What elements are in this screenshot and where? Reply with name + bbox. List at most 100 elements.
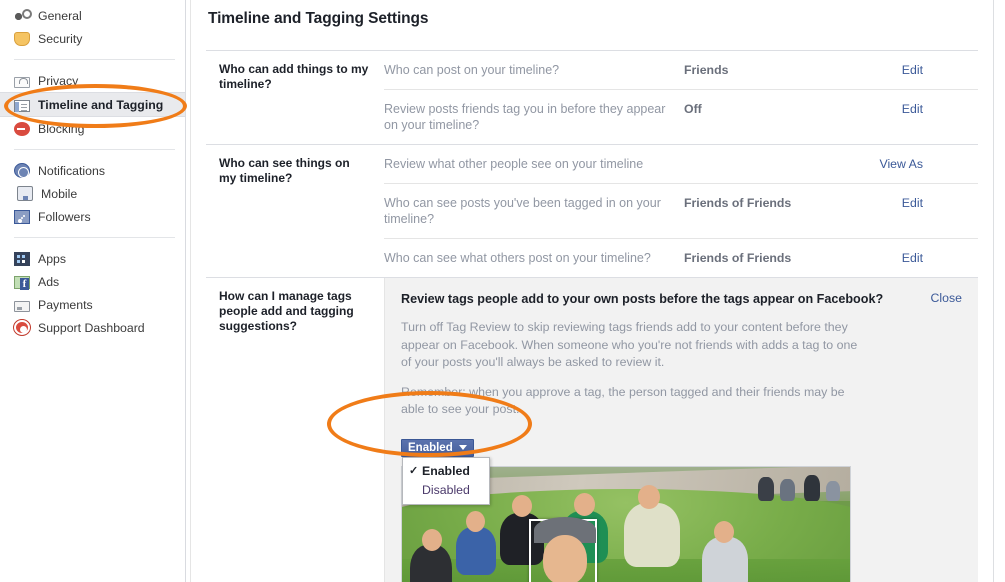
photo-person-head — [466, 511, 485, 532]
row-question: Who can see what others post on your tim… — [384, 251, 651, 265]
dropdown-option-disabled[interactable]: Disabled — [403, 481, 489, 500]
ads-icon — [14, 276, 30, 290]
sidebar-item-followers[interactable]: Followers — [0, 205, 185, 228]
photo-person-distant — [804, 475, 820, 501]
dropdown-option-enabled[interactable]: ✓ Enabled — [403, 462, 489, 481]
sidebar-item-security[interactable]: Security — [0, 27, 185, 50]
row-value: Friends of Friends — [684, 196, 792, 210]
sidebar-item-label: Apps — [38, 251, 67, 266]
dropdown-option-label: Disabled — [422, 482, 470, 497]
settings-row: Who can post on your timeline? Friends E… — [384, 51, 978, 90]
sidebar-item-blocking[interactable]: Blocking — [0, 117, 185, 140]
shield-icon — [14, 32, 30, 46]
row-value: Off — [684, 102, 702, 116]
row-edit-link[interactable]: Edit — [859, 101, 931, 117]
sidebar-item-ads[interactable]: Ads — [0, 270, 185, 293]
row-value: Friends — [684, 63, 729, 77]
sidebar-item-label: Support Dashboard — [38, 320, 145, 335]
dropdown-option-label: Enabled — [422, 463, 470, 478]
sidebar-group-account: General Security — [0, 0, 185, 55]
dropdown-selected-label: Enabled — [408, 441, 453, 454]
lock-icon — [14, 76, 30, 88]
row-question: Who can post on your timeline? — [384, 63, 560, 77]
settings-row: Who can see what others post on your tim… — [384, 239, 978, 277]
photo-tag-box[interactable] — [529, 517, 597, 582]
sidebar-divider — [14, 149, 175, 150]
settings-row: Review what other people see on your tim… — [384, 145, 978, 184]
globe-icon — [14, 163, 30, 178]
photo-person-head — [714, 521, 734, 543]
block-icon — [14, 122, 30, 136]
section-label: How can I manage tags people add and tag… — [219, 289, 354, 333]
sidebar-item-support-dashboard[interactable]: Support Dashboard — [0, 316, 185, 339]
sidebar-item-label: General — [38, 8, 82, 23]
sidebar-item-label: Notifications — [38, 163, 105, 178]
row-question: Who can see posts you've been tagged in … — [384, 196, 661, 226]
sidebar-item-timeline-and-tagging[interactable]: Timeline and Tagging — [0, 92, 185, 117]
close-link[interactable]: Close — [921, 291, 962, 305]
photo-person — [702, 537, 748, 582]
gears-icon — [14, 8, 32, 24]
settings-panel: Timeline and Tagging Settings Who can ad… — [190, 0, 994, 582]
photo-person-head — [638, 485, 660, 509]
sidebar-divider — [14, 237, 175, 238]
section-rows: Review what other people see on your tim… — [384, 145, 978, 277]
sidebar-item-label: Mobile — [41, 186, 78, 201]
photo-person-distant — [758, 477, 774, 501]
photo-person — [456, 527, 496, 575]
settings-row: Review posts friends tag you in before t… — [384, 90, 978, 144]
lifering-icon — [14, 320, 30, 335]
photo-person-distant — [826, 481, 840, 501]
sidebar-item-notifications[interactable]: Notifications — [0, 159, 185, 182]
sidebar-item-label: Timeline and Tagging — [38, 97, 164, 112]
row-question: Review posts friends tag you in before t… — [384, 102, 666, 132]
check-icon: ✓ — [409, 465, 419, 477]
main-content: Timeline and Tagging Settings Who can ad… — [187, 0, 1005, 582]
settings-page: General Security Privacy Timeline and Ta… — [0, 0, 1005, 582]
chevron-down-icon — [458, 445, 467, 450]
sidebar-item-label: Payments — [38, 297, 93, 312]
sidebar-item-payments[interactable]: Payments — [0, 293, 185, 316]
row-question: Review what other people see on your tim… — [384, 157, 644, 171]
row-value: Friends of Friends — [684, 251, 792, 265]
payments-icon — [14, 300, 30, 312]
sidebar-item-apps[interactable]: Apps — [0, 247, 185, 270]
row-edit-link[interactable]: Edit — [859, 62, 931, 78]
section-label: Who can add things to my timeline? — [219, 62, 369, 91]
settings-section: Who can see things on my timeline? Revie… — [206, 145, 978, 278]
settings-table: Who can add things to my timeline? Who c… — [206, 50, 978, 582]
tag-review-paragraph-2: Remember: when you approve a tag, the pe… — [401, 384, 845, 417]
sidebar-group-notifications: Notifications Mobile Followers — [0, 155, 185, 233]
row-edit-link[interactable]: Edit — [859, 195, 931, 211]
sidebar-item-label: Blocking — [38, 121, 85, 136]
sidebar-item-label: Security — [38, 31, 83, 46]
sidebar-item-privacy[interactable]: Privacy — [0, 69, 185, 92]
row-edit-link[interactable]: Edit — [859, 250, 931, 266]
timeline-icon — [14, 99, 30, 112]
rss-icon — [14, 210, 30, 224]
photo-person-head — [574, 493, 595, 516]
sidebar-item-label: Ads — [38, 274, 60, 289]
photo-person — [624, 503, 680, 567]
settings-row: Who can see posts you've been tagged in … — [384, 184, 978, 239]
sidebar-item-label: Privacy — [38, 73, 79, 88]
tag-review-dropdown: Enabled ✓ Enabled Disabled — [401, 438, 490, 505]
sidebar-item-mobile[interactable]: Mobile — [0, 182, 185, 205]
tag-review-title: Review tags people add to your own posts… — [401, 292, 884, 306]
tag-review-dropdown-button[interactable]: Enabled — [401, 439, 474, 457]
photo-tag-face — [543, 535, 587, 582]
tag-review-header: Review tags people add to your own posts… — [401, 291, 962, 307]
settings-section: Who can add things to my timeline? Who c… — [206, 51, 978, 145]
settings-section-tag-review: How can I manage tags people add and tag… — [206, 278, 978, 582]
tag-review-panel: Review tags people add to your own posts… — [384, 278, 978, 582]
sidebar-group-apps: Apps Ads Payments Support Dashboard — [0, 243, 185, 344]
row-view-as-link[interactable]: View As — [859, 156, 931, 172]
settings-sidebar: General Security Privacy Timeline and Ta… — [0, 0, 186, 582]
apps-icon — [14, 252, 30, 266]
mobile-icon — [17, 186, 33, 201]
sidebar-item-general[interactable]: General — [0, 4, 185, 27]
page-title: Timeline and Tagging Settings — [208, 10, 429, 27]
section-rows: Who can post on your timeline? Friends E… — [384, 51, 978, 144]
sidebar-divider — [14, 59, 175, 60]
sidebar-item-label: Followers — [38, 209, 91, 224]
